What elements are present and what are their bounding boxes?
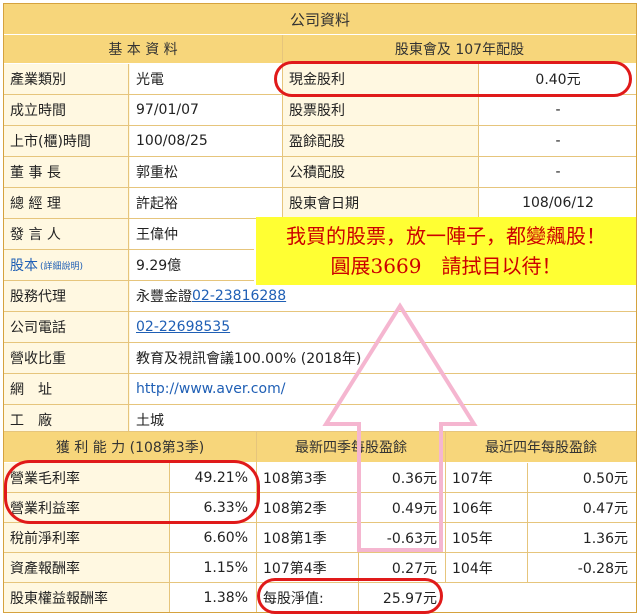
capital-detail-link[interactable]: (詳細說明) [40, 259, 83, 272]
agm-date-value: 108/06/12 [480, 188, 636, 218]
industry-label: 產業類別 [4, 64, 130, 94]
listed-label: 上市(櫃)時間 [4, 126, 130, 156]
chairman-value: 郭重松 [130, 157, 282, 187]
pretax-margin-value: 6.60% [170, 523, 256, 552]
cash-dividend-highlight [274, 61, 632, 97]
company-phone-link[interactable]: 02-22698535 [136, 319, 230, 335]
annotation-line-2: 圓展3669 請拭目以待！ [330, 254, 562, 278]
listed-value: 100/08/25 [130, 126, 282, 156]
year-eps-value-1: 0.50元 [529, 463, 636, 492]
revenue-mix-label: 營收比重 [4, 343, 130, 373]
earnings-dividend-label: 盈餘配股 [283, 126, 479, 156]
dividend-header: 股東會及 107年配股 [283, 35, 636, 63]
panel-title: 公司資料 [4, 4, 636, 34]
company-info-panel: 公司資料 基 本 資 料 股東會及 107年配股 產業類別 光電 成立時間 97… [3, 3, 637, 614]
founded-label: 成立時間 [4, 95, 130, 125]
transfer-agent-phone-link[interactable]: 02-23816288 [192, 288, 286, 304]
stock-dividend-value: - [480, 95, 636, 125]
capital-value: 9.29億 [130, 250, 256, 280]
website-label: 網 址 [4, 374, 130, 404]
roe-value: 1.38% [170, 583, 256, 612]
website-link[interactable]: http://www.aver.com/ [136, 381, 285, 397]
industry-value: 光電 [130, 64, 282, 94]
capital-label: 股本 (詳細說明) [4, 250, 130, 280]
agm-date-label: 股東會日期 [283, 188, 479, 218]
chairman-label: 董 事 長 [4, 157, 130, 187]
reserve-dividend-value: - [480, 157, 636, 187]
ceo-value: 許起裕 [130, 188, 282, 218]
roa-label: 資產報酬率 [4, 553, 175, 582]
transfer-agent-label: 股務代理 [4, 281, 130, 311]
year-eps-value-3: 1.36元 [529, 523, 636, 552]
ceo-label: 總 經 理 [4, 188, 130, 218]
pretax-margin-label: 稅前淨利率 [4, 523, 175, 552]
year-eps-value-4: -0.28元 [529, 553, 636, 582]
earnings-dividend-value: - [480, 126, 636, 156]
annotation-line-1: 我買的股票，放一陣子，都變飆股！ [286, 224, 606, 248]
stock-dividend-label: 股票股利 [283, 95, 479, 125]
company-phone-label: 公司電話 [4, 312, 130, 342]
reserve-dividend-label: 公積配股 [283, 157, 479, 187]
net-asset-value-highlight [257, 578, 443, 614]
year-eps-value-2: 0.47元 [529, 493, 636, 522]
profitability-header: 獲 利 能 力 (108第3季) [4, 432, 256, 462]
spokesman-label: 發 言 人 [4, 219, 130, 249]
founded-value: 97/01/07 [130, 95, 282, 125]
transfer-agent-name: 永豐金證 [136, 289, 192, 305]
roa-value: 1.15% [170, 553, 256, 582]
roe-label: 股東權益報酬率 [4, 583, 175, 612]
up-arrow-icon [322, 302, 478, 552]
capital-link[interactable]: 股本 [10, 255, 38, 275]
year-eps-label-4: 104年 [446, 553, 532, 582]
basic-info-header: 基 本 資 料 [4, 35, 282, 63]
annotation-note: 我買的股票，放一陣子，都變飆股！ 圓展3669 請拭目以待！ [256, 217, 636, 285]
margin-highlight [4, 460, 260, 524]
